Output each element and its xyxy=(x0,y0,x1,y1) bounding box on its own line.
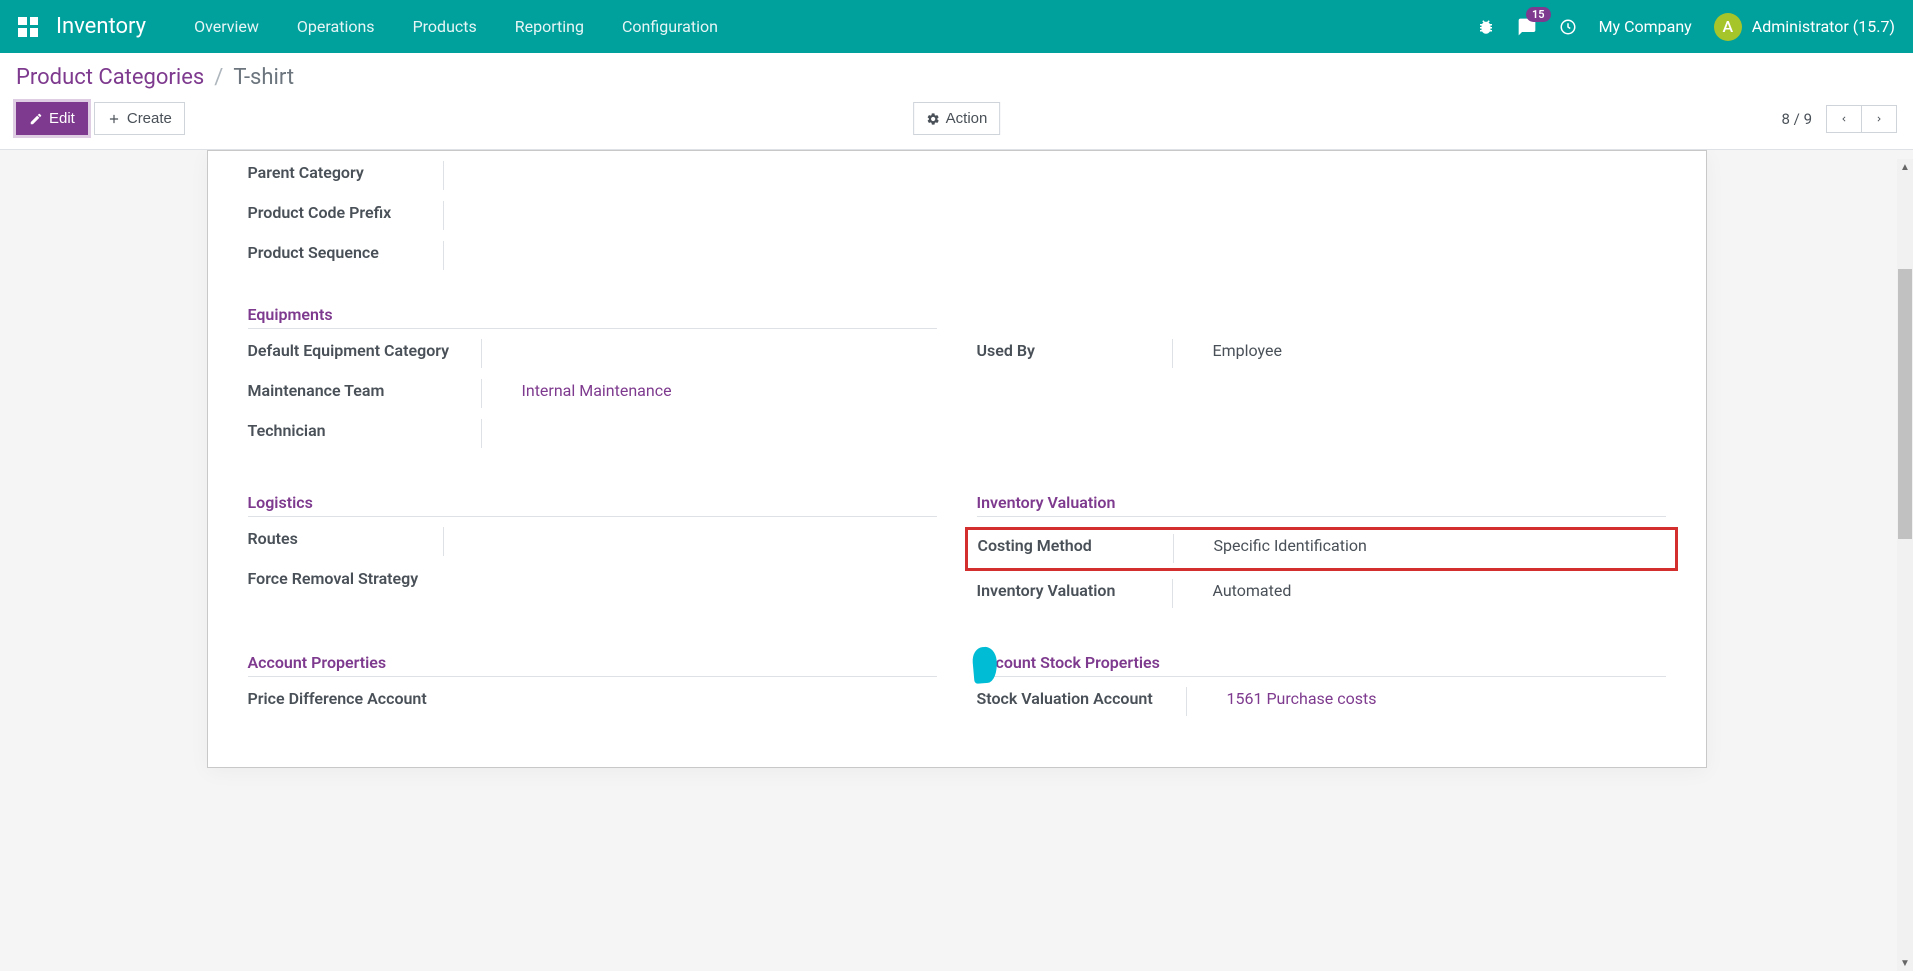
action-button[interactable]: Action xyxy=(913,102,1001,135)
value-inventory-valuation: Automated xyxy=(1213,579,1666,600)
value-maintenance-team[interactable]: Internal Maintenance xyxy=(522,379,937,400)
plus-icon xyxy=(107,112,121,126)
user-menu[interactable]: A Administrator (15.7) xyxy=(1714,13,1895,41)
value-force-removal xyxy=(484,567,937,569)
nav-configuration[interactable]: Configuration xyxy=(604,9,736,44)
chevron-left-icon xyxy=(1839,112,1849,126)
value-technician xyxy=(522,419,937,421)
section-equipments: Equipments xyxy=(248,305,937,329)
section-account-properties: Account Properties xyxy=(248,653,937,677)
label-technician: Technician xyxy=(248,419,482,448)
scrollbar[interactable]: ▲ ▼ xyxy=(1897,159,1913,971)
user-name: Administrator (15.7) xyxy=(1752,17,1895,36)
value-default-equipment-category xyxy=(522,339,937,341)
label-parent-category: Parent Category xyxy=(248,161,444,190)
value-costing-method: Specific Identification xyxy=(1214,534,1665,555)
messages-badge: 15 xyxy=(1526,7,1551,22)
create-button[interactable]: Create xyxy=(94,102,185,135)
pager-text[interactable]: 8 / 9 xyxy=(1781,110,1812,128)
label-used-by: Used By xyxy=(977,339,1173,368)
label-default-equipment-category: Default Equipment Category xyxy=(248,339,482,368)
section-logistics: Logistics xyxy=(248,493,937,517)
value-stock-valuation[interactable]: 1561 Purchase costs xyxy=(1227,687,1666,708)
section-account-stock-properties: Account Stock Properties xyxy=(977,653,1666,677)
form-sheet: Parent Category Product Code Prefix Prod… xyxy=(207,150,1707,768)
pager-next[interactable] xyxy=(1861,106,1896,132)
label-price-diff: Price Difference Account xyxy=(248,687,444,716)
messages-icon[interactable]: 15 xyxy=(1517,17,1537,37)
pencil-icon xyxy=(29,112,43,126)
label-costing-method: Costing Method xyxy=(978,534,1174,563)
scroll-up-arrow[interactable]: ▲ xyxy=(1897,159,1913,175)
nav-products[interactable]: Products xyxy=(395,9,495,44)
nav-reporting[interactable]: Reporting xyxy=(497,9,602,44)
nav-menu: Overview Operations Products Reporting C… xyxy=(176,9,736,44)
company-name[interactable]: My Company xyxy=(1599,17,1692,36)
value-parent-category xyxy=(484,161,1666,163)
label-product-code-prefix: Product Code Prefix xyxy=(248,201,444,230)
activity-icon[interactable] xyxy=(1559,18,1577,36)
edit-button[interactable]: Edit xyxy=(16,102,88,135)
user-avatar: A xyxy=(1714,13,1742,41)
control-panel: Product Categories / T-shirt Edit Create… xyxy=(0,53,1913,150)
nav-overview[interactable]: Overview xyxy=(176,9,277,44)
nav-operations[interactable]: Operations xyxy=(279,9,393,44)
section-inventory-valuation: Inventory Valuation xyxy=(977,493,1666,517)
nav-right: 15 My Company A Administrator (15.7) xyxy=(1477,13,1895,41)
value-price-diff xyxy=(484,687,937,689)
top-navbar: Inventory Overview Operations Products R… xyxy=(0,0,1913,53)
highlight-costing-method: Costing Method Specific Identification xyxy=(965,527,1678,571)
label-force-removal: Force Removal Strategy xyxy=(248,567,444,596)
debug-icon[interactable] xyxy=(1477,18,1495,36)
app-brand[interactable]: Inventory xyxy=(56,14,146,39)
breadcrumb-separator: / xyxy=(214,65,223,90)
value-used-by: Employee xyxy=(1213,339,1666,360)
apps-icon[interactable] xyxy=(18,17,38,37)
breadcrumb: Product Categories / T-shirt xyxy=(16,65,294,90)
value-routes xyxy=(484,527,937,529)
breadcrumb-parent[interactable]: Product Categories xyxy=(16,65,204,90)
label-maintenance-team: Maintenance Team xyxy=(248,379,482,408)
label-inventory-valuation: Inventory Valuation xyxy=(977,579,1173,608)
value-product-code-prefix xyxy=(484,201,1666,203)
breadcrumb-current: T-shirt xyxy=(233,65,294,90)
label-product-sequence: Product Sequence xyxy=(248,241,444,270)
value-product-sequence xyxy=(484,241,1666,243)
pager-prev[interactable] xyxy=(1827,106,1861,132)
scroll-down-arrow[interactable]: ▼ xyxy=(1897,955,1913,971)
label-stock-valuation: Stock Valuation Account xyxy=(977,687,1187,716)
label-routes: Routes xyxy=(248,527,444,556)
pager-buttons xyxy=(1826,105,1897,133)
gear-icon xyxy=(926,112,940,126)
chevron-right-icon xyxy=(1874,112,1884,126)
content-area[interactable]: Parent Category Product Code Prefix Prod… xyxy=(0,150,1913,961)
scrollbar-thumb[interactable] xyxy=(1898,269,1912,539)
